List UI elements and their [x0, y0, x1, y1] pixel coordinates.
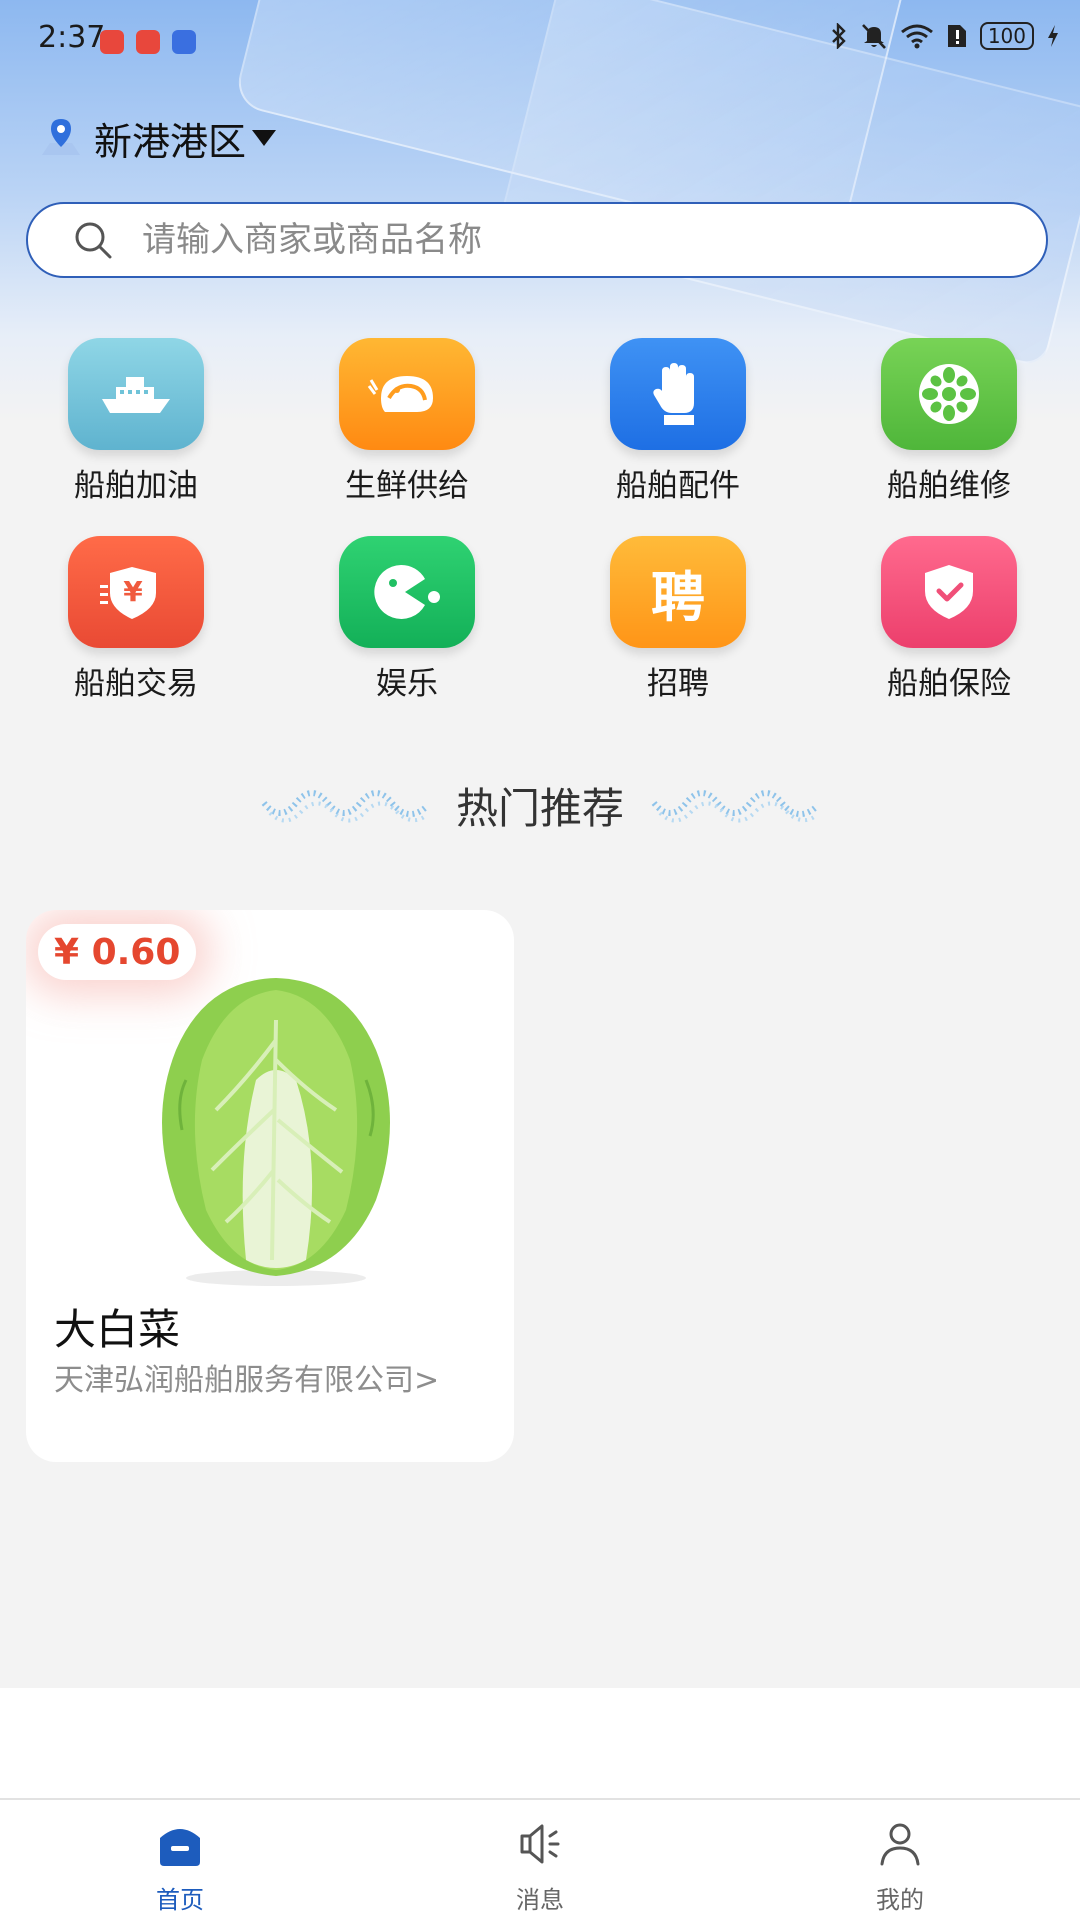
category-parts[interactable]: 船舶配件 — [568, 338, 788, 505]
category-fuel[interactable]: 船舶加油 — [26, 338, 246, 505]
sim-alert-icon — [947, 25, 966, 47]
section-header: 热门推荐 — [0, 775, 1080, 836]
product-image — [162, 978, 390, 1286]
category-trade[interactable]: ¥ 船舶交易 — [26, 536, 246, 703]
wave-decoration-icon — [261, 789, 428, 822]
yuan-shield-icon: ¥ — [68, 536, 204, 648]
search-icon — [75, 222, 112, 259]
wheel-icon — [881, 338, 1017, 450]
category-label: 船舶保险 — [887, 666, 1011, 702]
wave-decoration-icon — [651, 789, 818, 822]
tab-label: 消息 — [516, 1886, 564, 1914]
speaker-icon — [520, 1824, 560, 1864]
user-icon — [880, 1823, 920, 1866]
dropdown-caret-icon — [252, 130, 277, 146]
home-icon — [160, 1829, 200, 1866]
category-label: 船舶配件 — [616, 468, 740, 504]
location-pin-icon — [42, 119, 80, 155]
section-title: 热门推荐 — [455, 784, 624, 833]
recruit-icon: 聘 — [610, 536, 746, 648]
shrimp-icon — [339, 338, 475, 450]
category-label: 船舶维修 — [887, 468, 1011, 504]
insurance-shield-icon — [881, 536, 1017, 648]
product-card[interactable]: ¥ 0.60 大白菜 天津弘润船舶服务有限公司> — [26, 910, 514, 1462]
status-bar: 2:37 100 — [0, 0, 1080, 84]
search-bar[interactable] — [26, 202, 1048, 278]
bluetooth-icon — [831, 23, 846, 49]
tab-profile[interactable]: 我的 — [720, 1800, 1080, 1920]
location-selector[interactable]: 新港港区 — [38, 110, 277, 166]
glove-icon — [610, 338, 746, 450]
search-input[interactable] — [140, 219, 1004, 261]
category-entertainment[interactable]: 娱乐 — [297, 536, 517, 703]
tab-messages[interactable]: 消息 — [360, 1800, 720, 1920]
content-footer-space — [0, 1688, 1080, 1798]
category-label: 招聘 — [647, 666, 709, 702]
category-label: 船舶加油 — [74, 468, 198, 504]
charging-icon — [1048, 25, 1058, 47]
wifi-icon — [900, 24, 933, 49]
category-label: 船舶交易 — [74, 666, 198, 702]
location-label: 新港港区 — [94, 119, 247, 164]
battery-indicator: 100 — [979, 22, 1034, 50]
status-icons: 100 — [830, 22, 1060, 50]
recruit-glyph: 聘 — [651, 564, 705, 629]
mute-bell-icon — [861, 24, 886, 49]
category-label: 娱乐 — [376, 666, 438, 702]
svg-text:¥: ¥ — [123, 575, 143, 608]
tab-home[interactable]: 首页 — [0, 1800, 360, 1920]
category-fresh-supply[interactable]: 生鲜供给 — [297, 338, 517, 505]
seller-link[interactable]: 天津弘润船舶服务有限公司> — [54, 1362, 494, 1400]
status-time: 2:37 — [38, 20, 106, 55]
notification-app-icon — [136, 30, 160, 54]
tab-label: 我的 — [876, 1886, 924, 1914]
notification-app-icon — [100, 30, 124, 54]
ship-icon — [68, 338, 204, 450]
product-name: 大白菜 — [54, 1305, 181, 1354]
tab-label: 首页 — [156, 1886, 204, 1914]
category-repair[interactable]: 船舶维修 — [839, 338, 1059, 505]
bottom-tab-bar: 首页 消息 我的 — [0, 1798, 1080, 1920]
category-label: 生鲜供给 — [345, 468, 469, 504]
category-recruitment[interactable]: 聘 招聘 — [568, 536, 788, 703]
game-icon — [339, 536, 475, 648]
category-insurance[interactable]: 船舶保险 — [839, 536, 1059, 703]
notification-app-icon — [172, 30, 196, 54]
